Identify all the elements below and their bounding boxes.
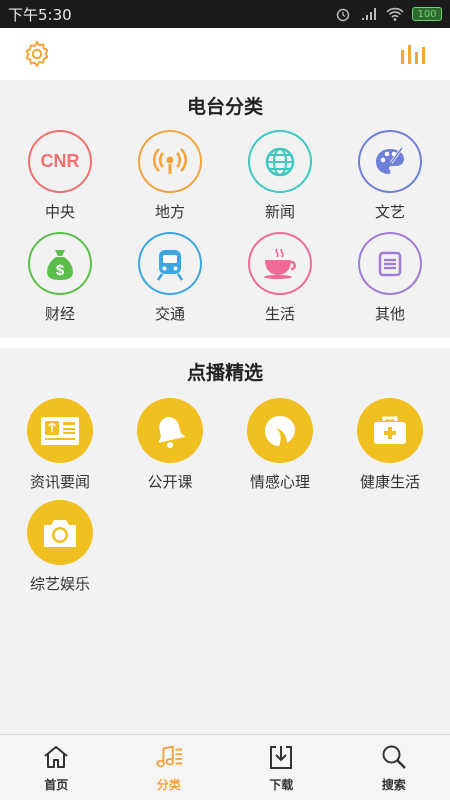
- category-label: 其他: [374, 305, 405, 323]
- nav-download[interactable]: 下载: [225, 735, 338, 800]
- ondemand-variety[interactable]: 综艺娱乐: [5, 492, 115, 594]
- category-label: 交通: [154, 305, 185, 323]
- nav-label: 首页: [44, 778, 69, 792]
- alarm-icon: [334, 6, 352, 22]
- equalizer-icon: [401, 45, 425, 64]
- bottom-nav: 首页 分类 下载 搜索: [0, 734, 450, 800]
- nav-label: 下载: [269, 778, 294, 792]
- ondemand-news[interactable]: 资讯要闻: [5, 390, 115, 492]
- svg-text:$: $: [56, 262, 65, 279]
- ondemand-disc: [137, 398, 203, 463]
- wifi-icon: [386, 6, 404, 22]
- category-ring: CNR: [28, 130, 92, 193]
- on-demand-grid: 资讯要闻 公开课 情感心理 健康生活 综艺娱乐: [0, 390, 450, 594]
- ondemand-open-course[interactable]: 公开课: [115, 390, 225, 492]
- nav-label: 分类: [156, 778, 181, 792]
- money-bag-icon: $: [47, 249, 73, 280]
- ondemand-emotion[interactable]: 情感心理: [225, 390, 335, 492]
- status-time: 下午5:30: [8, 5, 72, 24]
- nav-home[interactable]: 首页: [0, 735, 113, 800]
- coffee-cup-icon: [264, 247, 296, 279]
- ondemand-label: 公开课: [147, 473, 193, 491]
- broadcast-icon: [152, 147, 188, 174]
- ondemand-disc: [27, 398, 93, 463]
- category-label: 财经: [44, 305, 75, 323]
- section-divider: [0, 338, 450, 348]
- nav-category[interactable]: 分类: [113, 735, 226, 800]
- category-ring: [138, 130, 202, 193]
- category-finance[interactable]: $ 财经: [5, 222, 115, 324]
- settings-button[interactable]: [20, 37, 54, 71]
- ondemand-label: 综艺娱乐: [29, 575, 90, 593]
- globe-icon: [265, 147, 295, 176]
- category-ring: [248, 130, 312, 193]
- newspaper-icon: [41, 416, 79, 445]
- ondemand-disc: [357, 398, 423, 463]
- category-label: 地方: [154, 203, 185, 221]
- ondemand-disc: [247, 398, 313, 463]
- category-ring: $: [28, 232, 92, 295]
- ondemand-label: 资讯要闻: [29, 473, 90, 491]
- radio-categories-grid: CNR 中央 地方 新闻 文艺 $ 财经 交通 生活 其他: [0, 120, 450, 324]
- music-list-icon: [154, 742, 184, 772]
- ondemand-health[interactable]: 健康生活: [335, 390, 445, 492]
- category-label: 生活: [264, 305, 295, 323]
- section-title: 电台分类: [186, 96, 263, 118]
- category-ring: [248, 232, 312, 295]
- home-icon: [41, 742, 71, 772]
- category-traffic[interactable]: 交通: [115, 222, 225, 324]
- train-icon: [156, 249, 184, 281]
- ondemand-label: 健康生活: [359, 473, 420, 491]
- category-ring: [358, 232, 422, 295]
- category-local[interactable]: 地方: [115, 120, 225, 222]
- top-bar: [0, 28, 450, 80]
- bell-icon: [158, 416, 186, 448]
- cnr-text: CNR: [40, 151, 80, 171]
- section-title: 点播精选: [186, 362, 263, 384]
- status-bar: 下午5:30 100: [0, 0, 450, 28]
- nav-search[interactable]: 搜索: [338, 735, 450, 800]
- category-label: 新闻: [264, 203, 295, 221]
- nav-label: 搜索: [381, 778, 406, 792]
- download-icon: [266, 742, 296, 772]
- status-icons: 100: [334, 6, 442, 22]
- camera-icon: [44, 519, 76, 547]
- category-label: 中央: [44, 203, 75, 221]
- category-ring: [138, 232, 202, 295]
- ondemand-disc: [27, 500, 93, 565]
- category-life[interactable]: 生活: [225, 222, 335, 324]
- first-aid-kit-icon: [374, 416, 406, 444]
- list-icon: [378, 251, 402, 276]
- equalizer-button[interactable]: [396, 37, 430, 71]
- leaf-icon: [265, 415, 295, 446]
- search-icon: [379, 742, 409, 772]
- category-other[interactable]: 其他: [335, 222, 445, 324]
- radio-categories-section: 电台分类 CNR 中央 地方 新闻 文艺 $ 财经 交通 生活 其他: [0, 80, 450, 338]
- ondemand-label: 情感心理: [249, 473, 310, 491]
- signal-icon: [360, 6, 378, 22]
- category-arts[interactable]: 文艺: [335, 120, 445, 222]
- category-news[interactable]: 新闻: [225, 120, 335, 222]
- gear-icon: [25, 41, 49, 67]
- battery-indicator: 100: [412, 7, 442, 21]
- category-central[interactable]: CNR 中央: [5, 120, 115, 222]
- palette-icon: [376, 146, 404, 174]
- category-ring: [358, 130, 422, 193]
- category-label: 文艺: [374, 203, 405, 221]
- on-demand-section: 点播精选 资讯要闻 公开课 情感心理 健康生活 综艺娱乐: [0, 348, 450, 734]
